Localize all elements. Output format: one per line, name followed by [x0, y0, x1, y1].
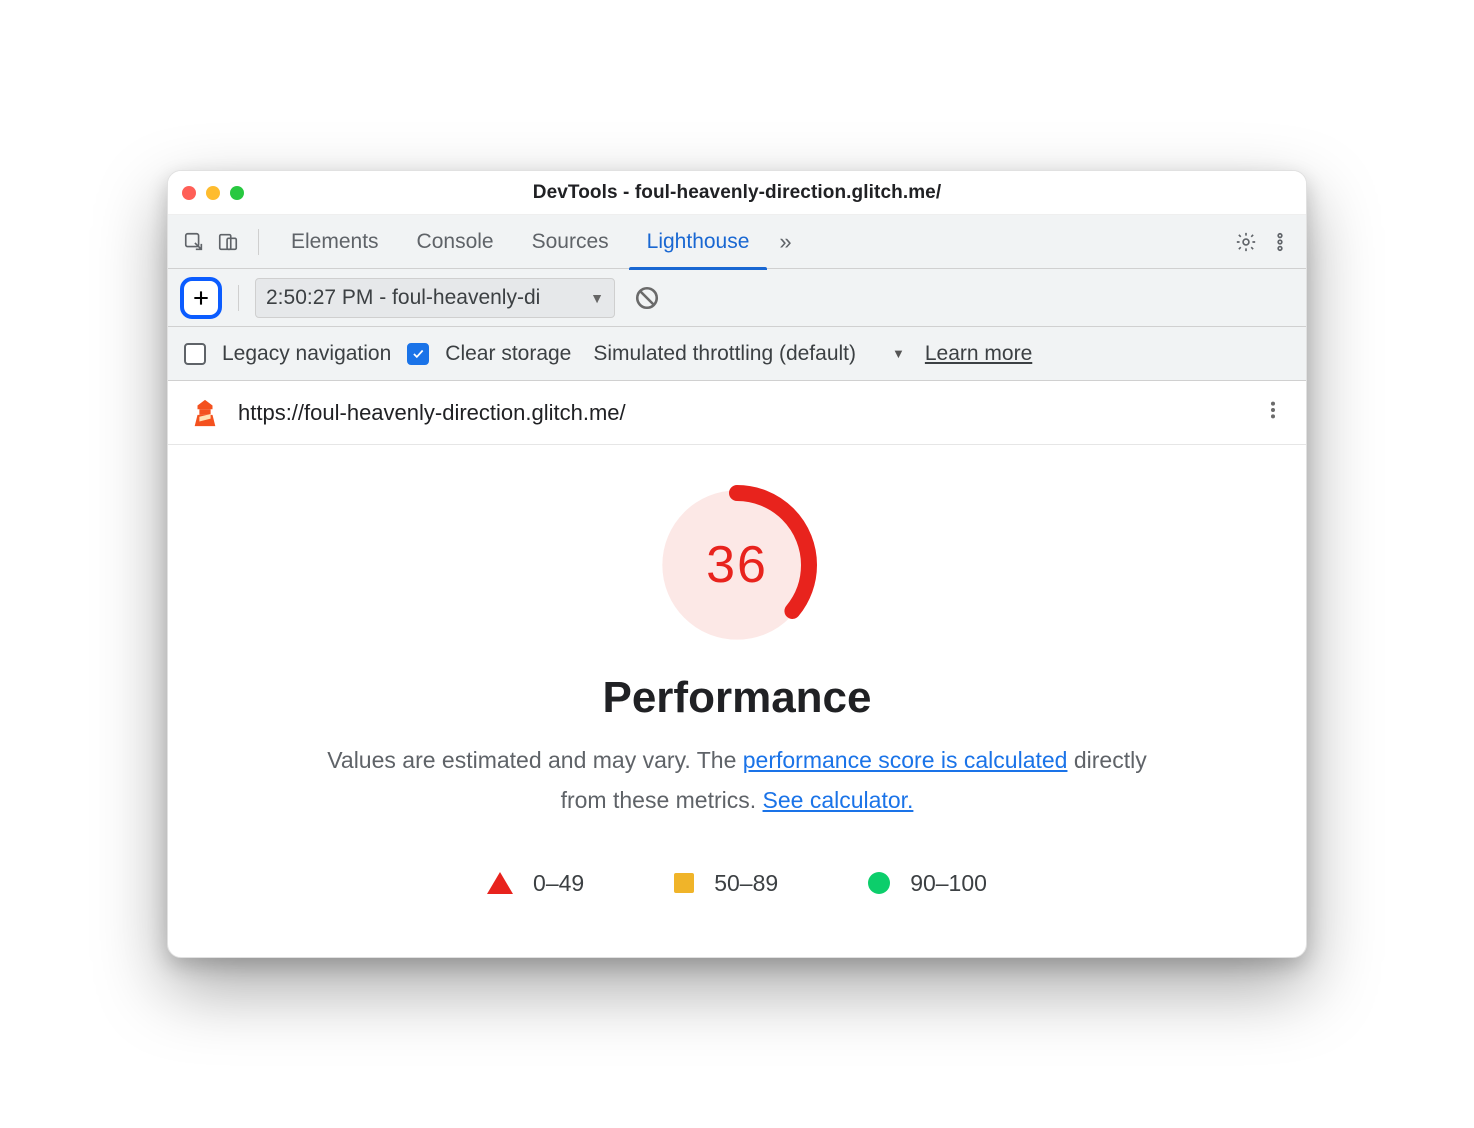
square-icon [674, 873, 694, 893]
lighthouse-logo-icon [190, 398, 220, 428]
score-calc-link[interactable]: performance score is calculated [743, 747, 1068, 773]
report-select[interactable]: 2:50:27 PM - foul-heavenly-di ▼ [255, 278, 615, 318]
legacy-navigation-label: Legacy navigation [222, 342, 391, 366]
panel-tabs: Elements Console Sources Lighthouse » [168, 215, 1306, 269]
dropdown-caret-icon: ▼ [590, 290, 604, 306]
legend-label: 50–89 [714, 870, 778, 897]
vertical-divider [258, 229, 259, 255]
circle-icon [868, 872, 890, 894]
tab-sources[interactable]: Sources [514, 215, 627, 269]
legend-pass: 90–100 [868, 870, 987, 897]
score-legend: 0–49 50–89 90–100 [208, 870, 1266, 897]
settings-icon[interactable] [1230, 226, 1262, 258]
learn-more-link[interactable]: Learn more [925, 342, 1032, 366]
kebab-menu-icon[interactable] [1264, 226, 1296, 258]
close-window-button[interactable] [182, 186, 196, 200]
window-controls [182, 186, 244, 200]
calculator-link[interactable]: See calculator. [763, 787, 914, 813]
new-report-button[interactable] [180, 277, 222, 319]
throttling-select[interactable]: Simulated throttling (default) ▼ [593, 342, 909, 366]
devtools-window: DevTools - foul-heavenly-direction.glitc… [167, 170, 1307, 957]
more-tabs-icon[interactable]: » [769, 229, 801, 255]
clear-storage-checkbox[interactable] [407, 343, 429, 365]
clear-storage-label: Clear storage [445, 342, 571, 366]
legend-label: 0–49 [533, 870, 584, 897]
report-actions-menu-icon[interactable] [1262, 399, 1284, 427]
report-url: https://foul-heavenly-direction.glitch.m… [238, 400, 626, 426]
legend-label: 90–100 [910, 870, 987, 897]
report-url-row: https://foul-heavenly-direction.glitch.m… [168, 381, 1306, 445]
window-titlebar: DevTools - foul-heavenly-direction.glitc… [168, 171, 1306, 215]
triangle-icon [487, 872, 513, 894]
report-body: 36 Performance Values are estimated and … [168, 445, 1306, 956]
dropdown-caret-icon: ▼ [892, 346, 905, 361]
performance-gauge: 36 [657, 485, 817, 645]
lighthouse-options: Legacy navigation Clear storage Simulate… [168, 327, 1306, 381]
performance-score: 36 [657, 485, 817, 645]
tab-lighthouse[interactable]: Lighthouse [629, 215, 768, 269]
minimize-window-button[interactable] [206, 186, 220, 200]
device-toolbar-icon[interactable] [212, 226, 244, 258]
tab-console[interactable]: Console [399, 215, 512, 269]
legend-fail: 0–49 [487, 870, 584, 897]
tab-elements[interactable]: Elements [273, 215, 397, 269]
report-select-label: 2:50:27 PM - foul-heavenly-di [266, 286, 540, 310]
score-description: Values are estimated and may vary. The p… [327, 741, 1147, 819]
vertical-divider [238, 285, 239, 311]
legend-average: 50–89 [674, 870, 778, 897]
window-title: DevTools - foul-heavenly-direction.glitc… [168, 182, 1306, 204]
legacy-navigation-checkbox[interactable] [184, 343, 206, 365]
inspect-element-icon[interactable] [178, 226, 210, 258]
clear-all-icon[interactable] [629, 280, 665, 316]
lighthouse-toolbar: 2:50:27 PM - foul-heavenly-di ▼ [168, 269, 1306, 327]
maximize-window-button[interactable] [230, 186, 244, 200]
desc-text: Values are estimated and may vary. The [327, 747, 742, 773]
throttling-label: Simulated throttling (default) [593, 342, 856, 366]
category-title: Performance [208, 673, 1266, 723]
